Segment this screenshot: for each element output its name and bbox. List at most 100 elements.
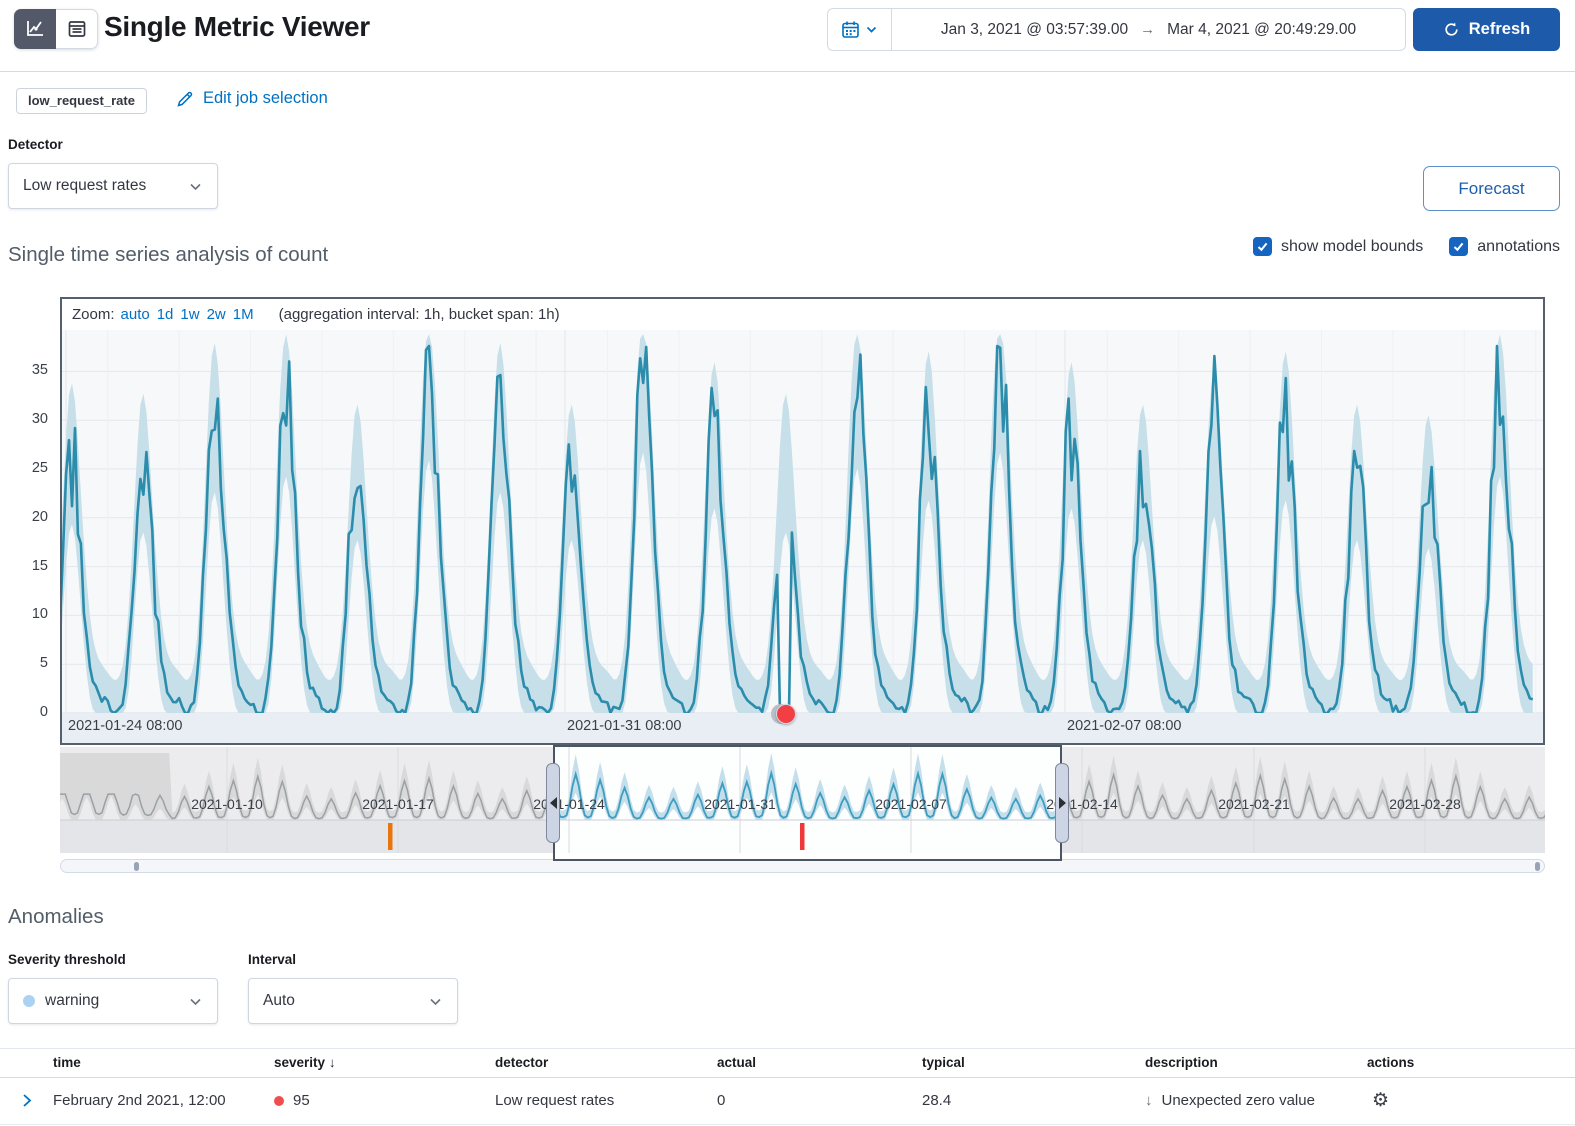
column-header-detector[interactable]: detector xyxy=(495,1055,548,1070)
refresh-button[interactable]: Refresh xyxy=(1413,8,1560,51)
zoom-label: Zoom: xyxy=(72,306,115,323)
line-chart-icon xyxy=(24,18,46,40)
anomaly-marker[interactable] xyxy=(776,704,796,724)
forecast-button[interactable]: Forecast xyxy=(1423,166,1560,211)
y-axis-tick-label: 35 xyxy=(0,362,48,378)
chart-view-button[interactable] xyxy=(14,9,56,49)
edit-job-selection-label: Edit job selection xyxy=(203,89,328,108)
y-axis-tick-label: 20 xyxy=(0,509,48,525)
series-heading: Single time series analysis of count xyxy=(8,243,328,267)
sort-desc-icon: ↓ xyxy=(329,1055,336,1070)
column-header-actual[interactable]: actual xyxy=(717,1055,756,1070)
edit-job-selection-link[interactable]: Edit job selection xyxy=(176,89,328,108)
scrollbar-handle-right[interactable] xyxy=(1535,862,1540,871)
zoom-option-1w[interactable]: 1w xyxy=(180,306,199,323)
cell-actual: 0 xyxy=(717,1092,725,1109)
table-view-icon xyxy=(66,18,88,40)
chevron-down-icon xyxy=(188,179,203,194)
zoom-option-2w[interactable]: 2w xyxy=(207,306,226,323)
focus-chart-svg xyxy=(62,330,1543,713)
x-axis-tick-label: 2021-01-31 08:00 xyxy=(567,718,682,734)
calendar-icon xyxy=(841,20,860,39)
arrow-down-icon: ↓ xyxy=(1145,1092,1153,1109)
zoom-option-1M[interactable]: 1M xyxy=(233,306,254,323)
triangle-right-icon xyxy=(1059,797,1066,809)
view-toggle xyxy=(14,9,98,49)
y-axis-tick-label: 25 xyxy=(0,460,48,476)
detector-select[interactable]: Low request rates xyxy=(8,163,218,209)
job-badge[interactable]: low_request_rate xyxy=(16,88,147,114)
column-header-time[interactable]: time xyxy=(53,1055,81,1070)
refresh-icon xyxy=(1443,21,1460,38)
chevron-down-icon xyxy=(865,23,878,36)
brush-handle-right[interactable] xyxy=(1055,763,1069,843)
checkbox-checked-icon xyxy=(1449,237,1468,256)
critical-severity-dot xyxy=(274,1096,284,1106)
zoom-option-auto[interactable]: auto xyxy=(121,306,150,323)
chart-options: show model bounds annotations xyxy=(1253,237,1560,256)
checkbox-checked-icon xyxy=(1253,237,1272,256)
table-view-button[interactable] xyxy=(56,9,98,49)
cell-time: February 2nd 2021, 12:00 xyxy=(53,1092,226,1109)
row-actions-gear-icon[interactable]: ⚙ xyxy=(1372,1089,1389,1112)
time-series-chart: Zoom: auto 1d 1w 2w 1M (aggregation interval… xyxy=(60,297,1545,745)
scrollbar-handle-left[interactable] xyxy=(134,862,139,871)
chevron-down-icon xyxy=(188,994,203,1009)
svg-text:2021-02-28: 2021-02-28 xyxy=(1389,796,1461,812)
chart-zoom-toolbar: Zoom: auto 1d 1w 2w 1M (aggregation interval… xyxy=(62,299,1543,330)
time-picker: Jan 3, 2021 @ 03:57:39.00 → Mar 4, 2021 … xyxy=(827,8,1406,51)
warning-severity-dot xyxy=(23,995,35,1007)
anomaly-table-row[interactable]: February 2nd 2021, 12:00 95 Low request … xyxy=(0,1079,1575,1125)
svg-text:2021-01-10: 2021-01-10 xyxy=(191,796,263,812)
y-axis-tick-label: 0 xyxy=(0,704,48,720)
anomalies-table-header: time severity ↓ detector actual typical … xyxy=(0,1048,1575,1078)
x-axis-tick-label: 2021-02-07 08:00 xyxy=(1067,718,1182,734)
app-header: Single Metric Viewer Jan 3, 2021 @ 03:57… xyxy=(0,0,1575,72)
svg-text:2021-01-17: 2021-01-17 xyxy=(362,796,434,812)
zoom-options: auto 1d 1w 2w 1M xyxy=(121,306,261,323)
navigator-scrollbar[interactable] xyxy=(60,859,1545,873)
pencil-icon xyxy=(176,90,194,108)
annotations-checkbox[interactable]: annotations xyxy=(1449,237,1560,256)
chart-plot-area[interactable] xyxy=(62,330,1543,713)
y-axis-tick-label: 10 xyxy=(0,606,48,622)
show-model-bounds-checkbox[interactable]: show model bounds xyxy=(1253,237,1423,256)
cell-detector: Low request rates xyxy=(495,1092,614,1109)
aggregation-note: (aggregation interval: 1h, bucket span: … xyxy=(279,306,560,323)
x-axis-tick-label: 2021-01-24 08:00 xyxy=(68,718,183,734)
column-header-severity[interactable]: severity ↓ xyxy=(274,1055,336,1070)
severity-selected-value: warning xyxy=(45,992,99,1010)
svg-text:2021-02-21: 2021-02-21 xyxy=(1218,796,1290,812)
cell-description: ↓Unexpected zero value xyxy=(1145,1092,1315,1109)
column-header-typical[interactable]: typical xyxy=(922,1055,965,1070)
column-header-actions: actions xyxy=(1367,1055,1414,1070)
interval-select[interactable]: Auto xyxy=(248,978,458,1024)
expand-row-chevron-icon[interactable] xyxy=(18,1092,35,1109)
annotations-label: annotations xyxy=(1477,238,1560,256)
column-header-description[interactable]: description xyxy=(1145,1055,1218,1070)
arrow-right-icon: → xyxy=(1140,21,1155,38)
cell-typical: 28.4 xyxy=(922,1092,951,1109)
anomalies-heading: Anomalies xyxy=(8,905,104,929)
zoom-option-1d[interactable]: 1d xyxy=(157,306,174,323)
detector-label: Detector xyxy=(8,137,63,152)
x-axis-strip: 2021-01-24 08:00 2021-01-31 08:00 2021-02-… xyxy=(62,713,1543,743)
cell-severity: 95 xyxy=(274,1092,310,1109)
y-axis-tick-label: 30 xyxy=(0,411,48,427)
date-picker-toggle[interactable] xyxy=(828,9,892,50)
severity-threshold-select[interactable]: warning xyxy=(8,978,218,1024)
page-title: Single Metric Viewer xyxy=(104,11,370,43)
detector-selected-value: Low request rates xyxy=(23,177,146,195)
interval-selected-value: Auto xyxy=(263,992,295,1010)
brush-handle-left[interactable] xyxy=(546,763,560,843)
time-selection-brush[interactable] xyxy=(553,745,1062,861)
time-range-end[interactable]: Mar 4, 2021 @ 20:49:29.00 xyxy=(1167,21,1356,39)
y-axis-tick-label: 15 xyxy=(0,558,48,574)
time-range-start[interactable]: Jan 3, 2021 @ 03:57:39.00 xyxy=(941,21,1128,39)
triangle-left-icon xyxy=(550,797,557,809)
show-model-bounds-label: show model bounds xyxy=(1281,238,1423,256)
severity-threshold-label: Severity threshold xyxy=(8,952,126,967)
y-axis-tick-label: 5 xyxy=(0,655,48,671)
refresh-label: Refresh xyxy=(1469,20,1530,39)
interval-label: Interval xyxy=(248,952,296,967)
